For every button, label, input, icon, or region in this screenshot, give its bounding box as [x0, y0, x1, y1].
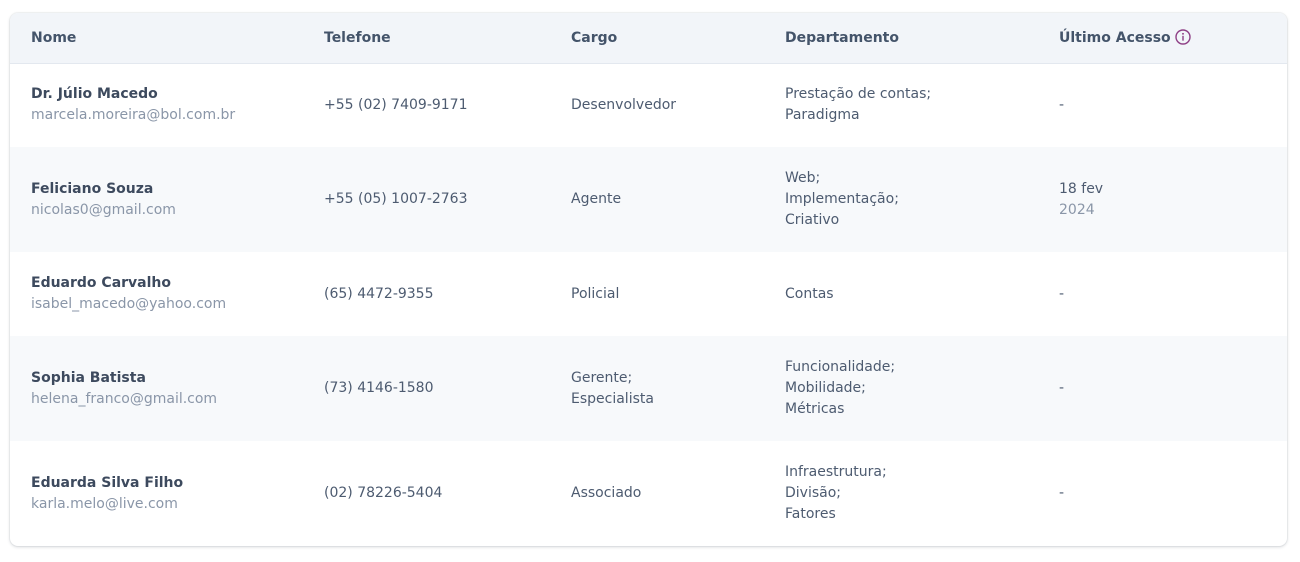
column-header-ultimo-acesso[interactable]: Último Acesso: [1038, 13, 1287, 64]
user-email: marcela.moreira@bol.com.br: [31, 107, 236, 124]
user-email: isabel_macedo@yahoo.com: [31, 296, 227, 312]
cell-nome: Sophia Batista helena_franco@gmail.com: [10, 336, 303, 441]
cell-nome: Dr. Júlio Macedo marcela.moreira@bol.com…: [10, 63, 303, 147]
ultimo-acesso-value: -: [1059, 285, 1065, 302]
departamento-item: Paradigma: [785, 107, 860, 124]
departamento-item: Infraestrutura;: [785, 464, 887, 480]
cell-ultimo-acesso: -: [1038, 63, 1287, 147]
column-header-cargo[interactable]: Cargo: [550, 13, 764, 64]
ultimo-acesso-value: -: [1059, 96, 1065, 113]
departamento-item: Web;: [785, 170, 821, 186]
departamento-item: Implementação;: [785, 191, 899, 207]
cell-departamento: Prestação de contas; Paradigma: [764, 63, 1038, 147]
cell-ultimo-acesso: 18 fev 2024: [1038, 147, 1287, 252]
user-name: Eduardo Carvalho: [31, 275, 171, 291]
user-name: Dr. Júlio Macedo: [31, 86, 158, 103]
cell-departamento: Web; Implementação; Criativo: [764, 147, 1038, 252]
cell-departamento: Infraestrutura; Divisão; Fatores: [764, 441, 1038, 546]
departamento-item: Criativo: [785, 212, 840, 228]
cell-nome: Feliciano Souza nicolas0@gmail.com: [10, 147, 303, 252]
cargo-item: Associado: [571, 485, 642, 501]
ultimo-acesso-value: -: [1059, 380, 1065, 396]
users-table: Nome Telefone Cargo Departamento Último …: [10, 13, 1287, 546]
cell-telefone: (73) 4146-1580: [324, 380, 434, 396]
cargo-item: Policial: [571, 285, 620, 302]
cell-ultimo-acesso: -: [1038, 252, 1287, 336]
departamento-item: Funcionalidade;: [785, 359, 896, 375]
user-email: karla.melo@live.com: [31, 495, 178, 512]
cell-cargo: Agente: [550, 147, 764, 252]
cell-telefone: +55 (02) 7409-9171: [324, 96, 468, 113]
info-circle-icon[interactable]: [1174, 29, 1191, 45]
user-name: Sophia Batista: [31, 369, 146, 386]
departamento-item: Contas: [785, 285, 834, 302]
table-row[interactable]: Feliciano Souza nicolas0@gmail.com +55 (…: [10, 147, 1287, 252]
cell-cargo: Gerente; Especialista: [550, 336, 764, 441]
table-row[interactable]: Eduarda Silva Filho karla.melo@live.com …: [10, 441, 1287, 546]
cell-departamento: Funcionalidade; Mobilidade; Métricas: [764, 336, 1038, 441]
user-name: Feliciano Souza: [31, 180, 154, 197]
user-email: nicolas0@gmail.com: [31, 201, 176, 218]
column-header-telefone[interactable]: Telefone: [303, 13, 550, 64]
ultimo-acesso-value: -: [1059, 485, 1065, 501]
user-email: helena_franco@gmail.com: [31, 390, 218, 407]
table-row[interactable]: Eduardo Carvalho isabel_macedo@yahoo.com…: [10, 252, 1287, 336]
departamento-item: Divisão;: [785, 485, 841, 501]
departamento-item: Métricas: [785, 401, 845, 417]
cell-telefone: (02) 78226-5404: [324, 485, 443, 501]
ultimo-acesso-year: 2024: [1059, 201, 1095, 218]
cargo-item: Agente: [571, 191, 622, 207]
cell-cargo: Desenvolvedor: [550, 63, 764, 147]
table-row[interactable]: Dr. Júlio Macedo marcela.moreira@bol.com…: [10, 63, 1287, 147]
table-row[interactable]: Sophia Batista helena_franco@gmail.com (…: [10, 336, 1287, 441]
cell-telefone: (65) 4472-9355: [324, 285, 434, 302]
column-header-ultimo-acesso-label: Último Acesso: [1059, 30, 1171, 47]
cargo-item: Desenvolvedor: [571, 96, 677, 113]
cargo-item: Gerente;: [571, 369, 633, 386]
user-name: Eduarda Silva Filho: [31, 474, 184, 491]
cell-telefone: +55 (05) 1007-2763: [324, 191, 468, 207]
cell-ultimo-acesso: -: [1038, 441, 1287, 546]
column-header-departamento[interactable]: Departamento: [764, 13, 1038, 64]
table-header-row: Nome Telefone Cargo Departamento Último …: [10, 13, 1287, 64]
users-table-card: Nome Telefone Cargo Departamento Último …: [10, 13, 1287, 546]
cell-nome: Eduardo Carvalho isabel_macedo@yahoo.com: [10, 252, 303, 336]
cell-cargo: Policial: [550, 252, 764, 336]
cell-departamento: Contas: [764, 252, 1038, 336]
ultimo-acesso-date: 18 fev: [1059, 180, 1104, 197]
departamento-item: Prestação de contas;: [785, 86, 932, 103]
cell-nome: Eduarda Silva Filho karla.melo@live.com: [10, 441, 303, 546]
cell-cargo: Associado: [550, 441, 764, 546]
cell-ultimo-acesso: -: [1038, 336, 1287, 441]
cargo-item: Especialista: [571, 390, 654, 407]
departamento-item: Fatores: [785, 506, 836, 522]
departamento-item: Mobilidade;: [785, 380, 866, 396]
column-header-nome[interactable]: Nome: [10, 13, 303, 64]
